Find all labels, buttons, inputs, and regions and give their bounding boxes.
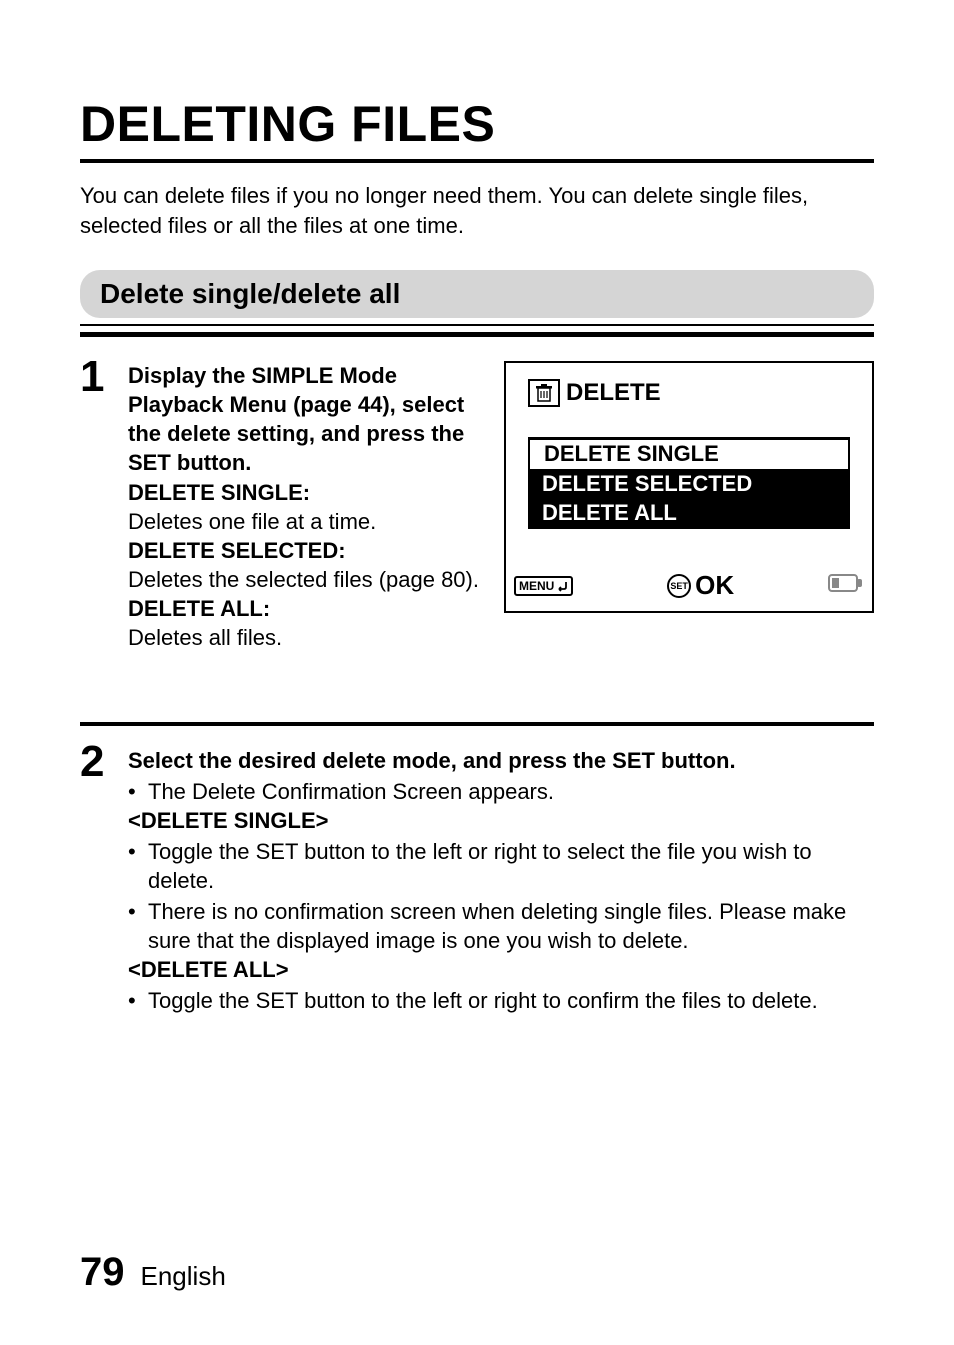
step-1-opt3-title: DELETE ALL:	[128, 594, 484, 623]
page-number: 79	[80, 1250, 125, 1295]
page-title: DELETING FILES	[80, 95, 874, 153]
menu-item-delete-selected[interactable]: DELETE SELECTED	[528, 470, 850, 499]
screen-footer: MENU SET OK	[514, 570, 864, 601]
step-1-opt2-title: DELETE SELECTED:	[128, 536, 484, 565]
screen-title: DELETE	[566, 379, 661, 407]
ok-button[interactable]: SET OK	[667, 570, 734, 601]
back-arrow-icon	[556, 580, 568, 592]
step-1-opt1-desc: Deletes one file at a time.	[128, 507, 484, 536]
step-2-bullet-1: • The Delete Confirmation Screen appears…	[128, 777, 874, 806]
title-underline	[80, 159, 874, 163]
page-language: English	[141, 1261, 226, 1292]
bullet-dot: •	[128, 777, 148, 806]
step-1-opt2-desc: Deletes the selected files (page 80).	[128, 565, 484, 594]
step-2-sub1-b2-text: There is no confirmation screen when del…	[148, 897, 874, 955]
step-1-body: Display the SIMPLE Mode Playback Menu (p…	[128, 355, 484, 651]
bullet-dot: •	[128, 986, 148, 1015]
step-1: 1 Display the SIMPLE Mode Playback Menu …	[80, 355, 874, 651]
menu-item-delete-all[interactable]: DELETE ALL	[528, 499, 850, 528]
battery-icon	[828, 572, 864, 599]
step-2-instruction: Select the desired delete mode, and pres…	[128, 746, 874, 775]
screen-menu: DELETE SINGLE DELETE SELECTED DELETE ALL	[528, 437, 850, 529]
step-2-body: Select the desired delete mode, and pres…	[128, 740, 874, 1015]
step-1-opt3-desc: Deletes all files.	[128, 623, 484, 652]
step-2-sub1-b1-text: Toggle the SET button to the left or rig…	[148, 837, 874, 895]
step-2-sub1-bullet-1: • Toggle the SET button to the left or r…	[128, 837, 874, 895]
step-2-bullet-1-text: The Delete Confirmation Screen appears.	[148, 777, 874, 806]
camera-screen: DELETE DELETE SINGLE DELETE SELECTED DEL…	[504, 361, 874, 613]
bullet-dot: •	[128, 897, 148, 955]
menu-label: MENU	[519, 579, 554, 593]
step-2: 2 Select the desired delete mode, and pr…	[80, 740, 874, 1015]
section-heading: Delete single/delete all	[80, 270, 874, 318]
step-2-sub2-b1-text: Toggle the SET button to the left or rig…	[148, 986, 874, 1015]
step-divider	[80, 722, 874, 726]
page-footer: 79 English	[80, 1250, 226, 1295]
step-1-opt1-title: DELETE SINGLE:	[128, 478, 484, 507]
trash-icon	[528, 379, 560, 407]
step-1-instruction: Display the SIMPLE Mode Playback Menu (p…	[128, 361, 484, 477]
section-rule-thick	[80, 332, 874, 337]
menu-item-delete-single[interactable]: DELETE SINGLE	[530, 440, 848, 469]
step-2-number: 2	[80, 740, 128, 784]
section-rule-thin	[80, 324, 874, 326]
screen-header: DELETE	[528, 379, 661, 407]
set-icon: SET	[667, 574, 691, 598]
step-1-number: 1	[80, 355, 128, 399]
menu-back-button[interactable]: MENU	[514, 576, 573, 596]
step-2-sub2-bullet-1: • Toggle the SET button to the left or r…	[128, 986, 874, 1015]
delete-all-subhead: <DELETE ALL>	[128, 955, 874, 984]
step-2-sub1-bullet-2: • There is no confirmation screen when d…	[128, 897, 874, 955]
intro-text: You can delete files if you no longer ne…	[80, 181, 874, 240]
ok-label: OK	[695, 570, 734, 601]
delete-single-subhead: <DELETE SINGLE>	[128, 806, 874, 835]
bullet-dot: •	[128, 837, 148, 895]
